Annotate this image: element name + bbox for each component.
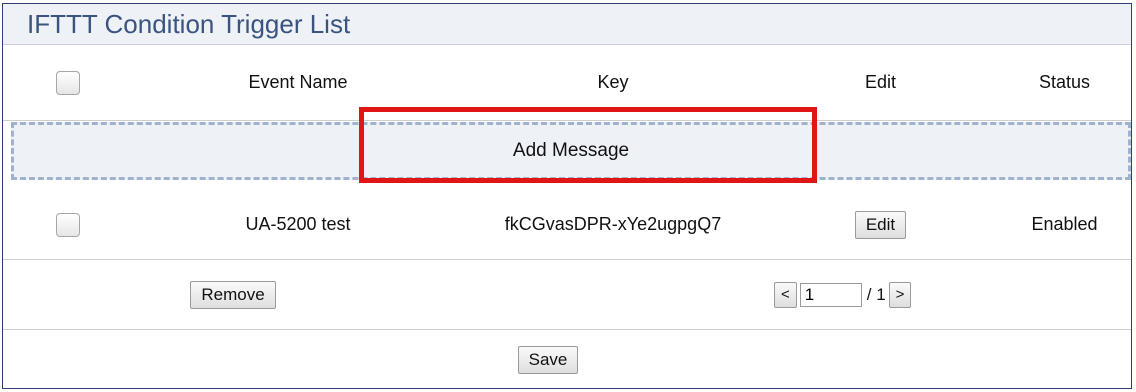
- save-cell: Save: [3, 330, 1093, 388]
- row-edit-cell: Edit: [763, 190, 998, 259]
- save-button[interactable]: Save: [517, 346, 579, 374]
- row-key: fkCGvasDPR-xYe2ugpgQ7: [504, 214, 722, 234]
- header-edit: Edit: [864, 72, 897, 92]
- row-select-cell: [3, 190, 133, 259]
- save-row: Save: [3, 330, 1131, 388]
- next-page-button[interactable]: >: [888, 281, 912, 308]
- header-key: Key: [597, 72, 629, 92]
- select-all-checkbox[interactable]: [56, 70, 80, 95]
- action-row: Remove < / 1 >: [3, 260, 1131, 330]
- panel-title: IFTTT Condition Trigger List: [3, 4, 1131, 45]
- row-checkbox[interactable]: [56, 212, 80, 237]
- add-message-button[interactable]: Add Message: [11, 122, 1131, 180]
- row-event-name: UA-5200 test: [245, 214, 351, 234]
- select-all-cell: [3, 45, 133, 120]
- prev-page-button[interactable]: <: [774, 281, 797, 308]
- header-event-name: Event Name: [248, 72, 348, 92]
- pagination: < / 1 >: [774, 260, 912, 329]
- page-number-input[interactable]: [799, 282, 862, 307]
- row-edit-button[interactable]: Edit: [854, 210, 907, 239]
- table-row: UA-5200 test fkCGvasDPR-xYe2ugpgQ7 Edit …: [3, 190, 1131, 260]
- row-status: Enabled: [1031, 214, 1098, 234]
- page-total: / 1: [866, 284, 886, 304]
- remove-cell: Remove: [3, 260, 463, 329]
- header-status: Status: [1038, 72, 1091, 92]
- ifttt-panel: IFTTT Condition Trigger List Event Name …: [2, 3, 1132, 389]
- remove-button[interactable]: Remove: [190, 280, 276, 309]
- table-header-row: Event Name Key Edit Status: [3, 45, 1131, 121]
